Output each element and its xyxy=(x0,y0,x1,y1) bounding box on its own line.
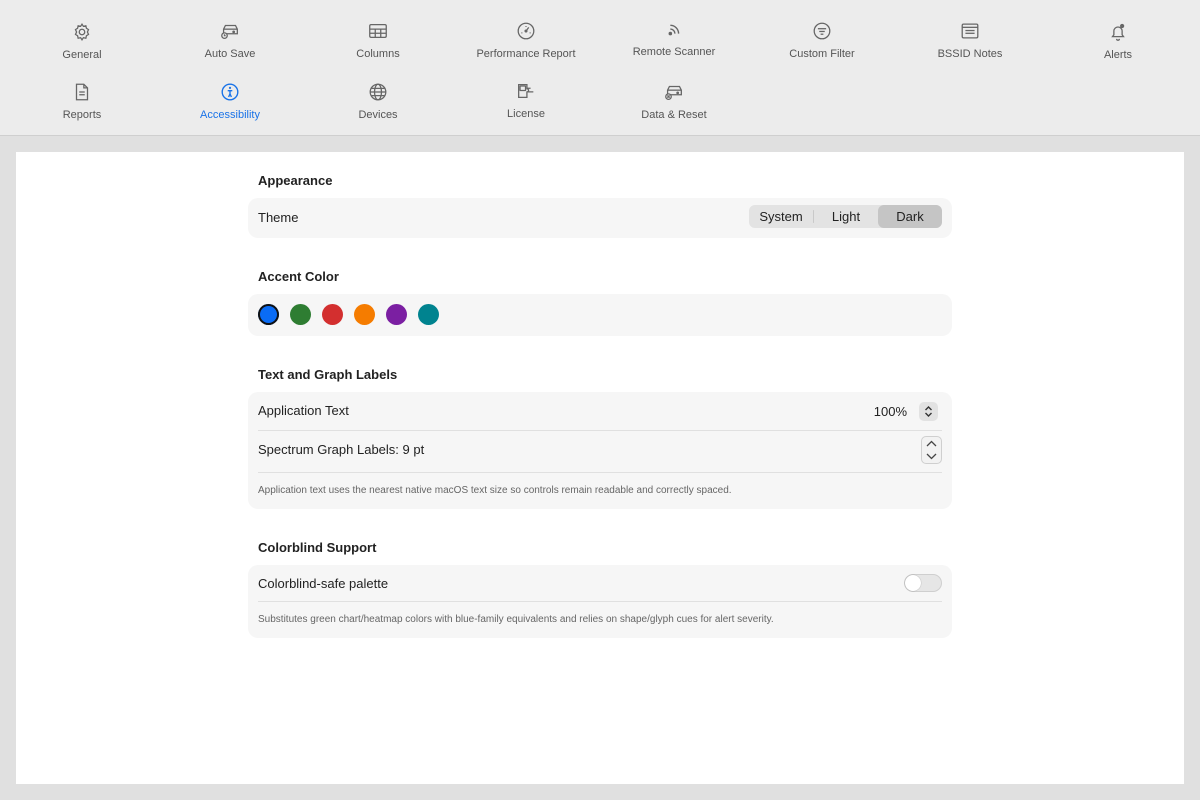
columns-icon xyxy=(366,19,390,43)
colorblind-note: Substitutes green chart/heatmap colors w… xyxy=(258,614,774,625)
tab-license[interactable]: License xyxy=(452,73,600,129)
theme-option-light[interactable]: Light xyxy=(814,205,878,228)
tab-data-reset[interactable]: Data & Reset xyxy=(600,74,748,130)
tab-bssid-notes[interactable]: BSSID Notes xyxy=(896,13,1044,69)
settings-content: Appearance Theme System Light Dark Accen… xyxy=(16,152,1184,784)
tab-custom-filter[interactable]: Custom Filter xyxy=(748,13,896,69)
document-icon xyxy=(70,80,94,104)
wireless-icon xyxy=(662,17,686,41)
tab-bssid-notes-label: BSSID Notes xyxy=(937,48,1003,60)
gear-icon xyxy=(70,20,94,44)
tab-performance-report[interactable]: Performance Report xyxy=(452,13,600,69)
globe-icon xyxy=(366,80,390,104)
theme-label: Theme xyxy=(258,210,299,225)
history-drive-icon xyxy=(218,19,242,43)
tab-alerts-label: Alerts xyxy=(1103,49,1133,61)
tab-accessibility-label: Accessibility xyxy=(200,109,260,121)
application-text-note: Application text uses the nearest native… xyxy=(258,485,732,496)
tab-devices[interactable]: Devices xyxy=(304,74,452,130)
application-text-stepper[interactable] xyxy=(919,402,938,421)
accent-card xyxy=(248,294,952,336)
up-down-chevron-icon xyxy=(925,406,932,417)
tab-accessibility[interactable]: Accessibility xyxy=(156,74,304,130)
tab-reports-label: Reports xyxy=(62,109,102,121)
tab-columns[interactable]: Columns xyxy=(304,13,452,69)
spectrum-graph-labels-label: Spectrum Graph Labels: 9 pt xyxy=(258,442,425,457)
tab-remote-scanner-label: Remote Scanner xyxy=(632,46,716,58)
accent-heading: Accent Color xyxy=(258,269,339,284)
colorblind-palette-toggle[interactable] xyxy=(904,574,942,592)
application-text-value: 100% xyxy=(873,404,907,419)
theme-segmented-control: System Light Dark xyxy=(749,205,942,228)
labels-card: Application Text 100% Spectrum Graph Lab… xyxy=(248,392,952,509)
accent-swatch-red[interactable] xyxy=(322,304,343,325)
appearance-card: Theme System Light Dark xyxy=(248,198,952,238)
tab-license-label: License xyxy=(507,108,545,120)
accent-swatch-orange[interactable] xyxy=(354,304,375,325)
accent-swatch-blue[interactable] xyxy=(258,304,279,325)
tab-general[interactable]: General xyxy=(8,14,156,70)
tab-columns-label: Columns xyxy=(356,48,400,60)
accent-swatch-green[interactable] xyxy=(290,304,311,325)
labels-heading: Text and Graph Labels xyxy=(258,367,398,382)
colorblind-divider xyxy=(258,601,942,602)
tab-auto-save[interactable]: Auto Save xyxy=(156,13,304,69)
labels-divider-1 xyxy=(258,430,942,431)
preferences-toolbar: General Auto Save Columns Performance Re… xyxy=(0,0,1200,136)
theme-option-system[interactable]: System xyxy=(749,205,813,228)
filter-icon xyxy=(810,19,834,43)
spectrum-graph-labels-stepper[interactable] xyxy=(921,436,942,464)
tab-data-reset-label: Data & Reset xyxy=(641,109,707,121)
labels-divider-2 xyxy=(258,472,942,473)
license-key-icon xyxy=(514,79,538,103)
chevron-up-icon[interactable] xyxy=(926,440,937,447)
appearance-heading: Appearance xyxy=(258,173,333,188)
application-text-label: Application Text xyxy=(258,403,349,418)
theme-option-dark[interactable]: Dark xyxy=(878,205,942,228)
accent-swatch-teal[interactable] xyxy=(418,304,439,325)
tab-reports[interactable]: Reports xyxy=(8,74,156,130)
accessibility-icon xyxy=(218,80,242,104)
toggle-knob xyxy=(905,575,921,591)
bell-badge-icon xyxy=(1106,20,1130,44)
tab-devices-label: Devices xyxy=(358,109,398,121)
tab-remote-scanner[interactable]: Remote Scanner xyxy=(600,11,748,67)
tab-alerts[interactable]: Alerts xyxy=(1044,14,1192,70)
gauge-icon xyxy=(514,19,538,43)
colorblind-heading: Colorblind Support xyxy=(258,540,377,555)
tab-custom-filter-label: Custom Filter xyxy=(789,48,855,60)
drive-reset-icon xyxy=(662,80,686,104)
tab-auto-save-label: Auto Save xyxy=(204,48,256,60)
tab-general-label: General xyxy=(62,49,102,61)
colorblind-card: Colorblind-safe palette Substitutes gree… xyxy=(248,565,952,638)
accent-swatch-purple[interactable] xyxy=(386,304,407,325)
tab-performance-report-label: Performance Report xyxy=(476,48,576,60)
colorblind-palette-label: Colorblind-safe palette xyxy=(258,576,389,591)
notes-window-icon xyxy=(958,19,982,43)
chevron-down-icon[interactable] xyxy=(926,453,937,460)
